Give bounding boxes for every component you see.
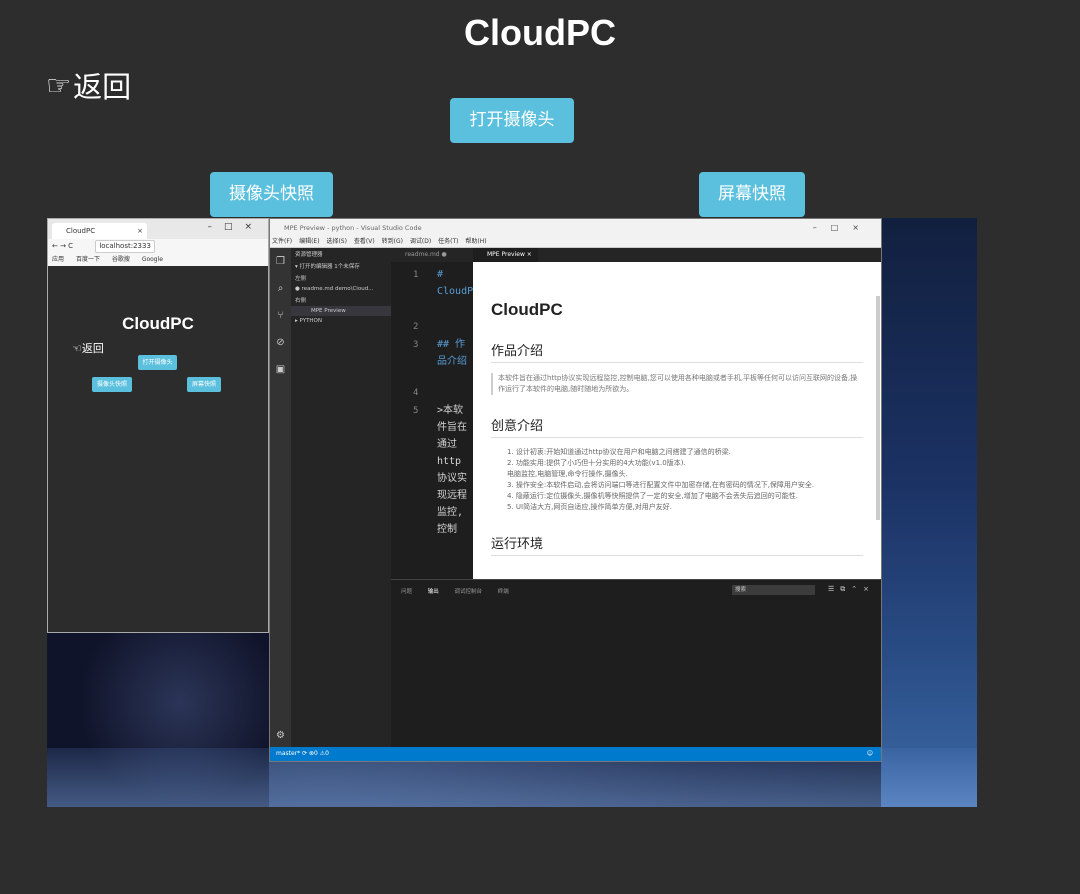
line-number: 5 xyxy=(413,406,419,416)
group-left: 左侧 xyxy=(295,276,307,282)
menu-item: 任务(T) xyxy=(438,238,459,245)
editor-tab: readme.md ● xyxy=(391,248,473,262)
browser-tab: CloudPC × xyxy=(52,223,147,239)
vscode-window-controls: –□× xyxy=(812,223,873,232)
menu-item: 调试(D) xyxy=(409,238,432,245)
preview-h2-intro: 作品介绍 xyxy=(491,340,863,363)
menu-item: 查看(V) xyxy=(353,238,375,245)
panel-dropdown: 搜索 xyxy=(732,585,815,595)
open-editors-section: ▾ 打开的编辑器 1个未保存 xyxy=(295,264,360,270)
camera-snapshot-button[interactable]: 摄像头快照 xyxy=(210,172,333,217)
list-item: 1. 设计初衷:开始知道通过http协议在用户和电脑之间搭建了通信的桥梁. xyxy=(507,448,731,456)
browser-address-bar: ← → C localhost:2333 xyxy=(48,239,268,254)
menu-item: 编辑(E) xyxy=(299,238,320,245)
preview-scrollbar xyxy=(876,296,880,520)
nav-arrows-icon: ← → C xyxy=(52,242,74,250)
pointing-hand-icon: ☜ xyxy=(46,68,72,102)
debug-icon: ⊘ xyxy=(276,337,285,348)
status-text: master* ⟳ ⊗0 ⚠0 xyxy=(276,750,329,757)
mini-back-link: ☜返回 xyxy=(72,342,104,355)
vscode-preview: MPE Preview × CloudPC 作品介绍 本软件旨在通过http协议… xyxy=(473,248,881,579)
vscode-editor: readme.md ● 1 # CloudPC 2 3 ## 作品介绍 4 5 … xyxy=(391,248,480,579)
list-item: 4. 隐蔽运行:定位摄像头,摄像机等快照提供了一定的安全,增加了电脑不会丢失后追… xyxy=(507,492,798,500)
mini-page-title: CloudPC xyxy=(122,314,194,333)
code-line: # CloudPC xyxy=(437,269,480,297)
screen-snapshot-image: CloudPC × –□× ← → C localhost:2333 应用 百度… xyxy=(47,218,977,807)
vscode-menubar: 文件(F) 编辑(E) 选择(S) 查看(V) 转到(G) 调试(D) 任务(T… xyxy=(270,237,881,248)
smiley-icon: ☺ xyxy=(866,750,873,757)
preview-body: CloudPC 作品介绍 本软件旨在通过http协议实现远程监控,控制电脑,您可… xyxy=(473,300,881,556)
preview-tab-label: MPE Preview × xyxy=(473,248,538,262)
browser-window: CloudPC × –□× ← → C localhost:2333 应用 百度… xyxy=(47,218,269,633)
bookmark-item: 百度一下 xyxy=(75,256,100,263)
browser-window-controls: –□× xyxy=(207,222,264,232)
vscode-explorer: 资源管理器 ▾ 打开的编辑器 1个未保存 左侧 ● readme.md demo… xyxy=(291,248,391,747)
list-item: 电脑监控,电脑管理,命令行操作,摄像头. xyxy=(507,470,628,478)
line-number: 2 xyxy=(413,322,419,332)
open-camera-button[interactable]: 打开摄像头 xyxy=(450,98,574,143)
preview-h1: CloudPC xyxy=(491,300,563,319)
explorer-file-readme: ● readme.md demo\Cloud... xyxy=(295,286,374,292)
panel-tab: 调试控制台 xyxy=(454,589,483,595)
vscode-statusbar: master* ⟳ ⊗0 ⚠0 ☺ xyxy=(270,747,881,761)
menu-item: 帮助(H) xyxy=(465,238,487,245)
mini-back-label: 返回 xyxy=(81,342,104,355)
code-line: >本软件旨在通过http协议实现远程监控,控制 xyxy=(437,405,467,535)
source-control-icon: ⑂ xyxy=(277,310,284,321)
mini-open-camera-button: 打开摄像头 xyxy=(138,355,177,370)
line-number: 1 xyxy=(413,270,419,280)
bookmark-item: Google xyxy=(141,256,163,263)
back-link[interactable]: ☜ 返回 xyxy=(46,64,131,106)
vscode-window-title: MPE Preview - python - Visual Studio Cod… xyxy=(284,224,422,232)
browser-page: CloudPC ☜返回 打开摄像头 摄像头快照 屏幕快照 xyxy=(48,266,268,632)
explorer-header: 资源管理器 xyxy=(295,252,323,258)
preview-intro-text: 本软件旨在通过http协议实现远程监控,控制电脑,您可以使用各种电脑或者手机,平… xyxy=(491,373,863,395)
page-title: CloudPC xyxy=(464,12,616,53)
browser-tabbar: CloudPC × –□× xyxy=(48,219,268,239)
menu-item: 转到(G) xyxy=(381,238,403,245)
line-number: 4 xyxy=(413,388,419,398)
browser-tab-title: CloudPC xyxy=(66,227,96,235)
panel-icons: ☰⧉⌃× xyxy=(827,585,875,593)
list-item: 5. UI简洁大方,网页自适应,操作简单方便,对用户友好. xyxy=(507,503,672,511)
explorer-file-preview: MPE Preview xyxy=(291,306,391,316)
code-area: 1 # CloudPC 2 3 ## 作品介绍 4 5 >本软件旨在通过http… xyxy=(391,266,480,579)
preview-idea-list: 1. 设计初衷:开始知道通过http协议在用户和电脑之间搭建了通信的桥梁. 2.… xyxy=(491,447,863,513)
browser-url: localhost:2333 xyxy=(95,240,155,253)
wallpaper-sky xyxy=(881,218,977,807)
panel-tab-active: 输出 xyxy=(427,589,439,595)
preview-h2-env: 运行环境 xyxy=(491,533,863,556)
group-right: 右侧 xyxy=(295,298,307,304)
preview-h2-idea: 创意介绍 xyxy=(491,415,863,438)
list-item: 2. 功能实用:提供了小巧但十分实用的4大功能(v1.0版本). xyxy=(507,459,686,467)
panel-tab: 终端 xyxy=(497,589,509,595)
line-number: 3 xyxy=(413,340,419,350)
gear-icon: ⚙ xyxy=(276,730,285,741)
close-icon: × xyxy=(137,227,143,235)
bookmark-item: 谷歌搜 xyxy=(111,256,130,263)
files-icon: ❐ xyxy=(276,256,285,267)
extensions-icon: ▣ xyxy=(275,364,286,375)
vscode-window: MPE Preview - python - Visual Studio Cod… xyxy=(269,218,882,762)
menu-item: 文件(F) xyxy=(272,238,293,245)
panel-tab: 问题 xyxy=(401,589,413,595)
vscode-panel: 问题 输出 调试控制台 终端 搜索 ☰⧉⌃× xyxy=(391,579,881,747)
back-label: 返回 xyxy=(73,70,132,104)
list-item: 3. 操作安全:本软件启动,会将访问端口等进行配置文件中加密存储,在有密码的情况… xyxy=(507,481,815,489)
vscode-activity-bar: ❐ ⌕ ⑂ ⊘ ▣ ⚙ xyxy=(270,248,291,747)
explorer-project: ▸ PYTHON xyxy=(295,318,323,324)
bookmark-item: 应用 xyxy=(52,256,65,263)
screen-snapshot-button[interactable]: 屏幕快照 xyxy=(699,172,805,217)
code-line: ## 作品介绍 xyxy=(437,339,467,367)
vscode-titlebar: MPE Preview - python - Visual Studio Cod… xyxy=(270,219,881,237)
menu-item: 选择(S) xyxy=(326,238,347,245)
search-icon: ⌕ xyxy=(277,283,284,294)
preview-tab: MPE Preview × xyxy=(473,248,881,262)
mini-camera-snapshot-button: 摄像头快照 xyxy=(92,377,132,392)
mini-screen-snapshot-button: 屏幕快照 xyxy=(187,377,221,392)
